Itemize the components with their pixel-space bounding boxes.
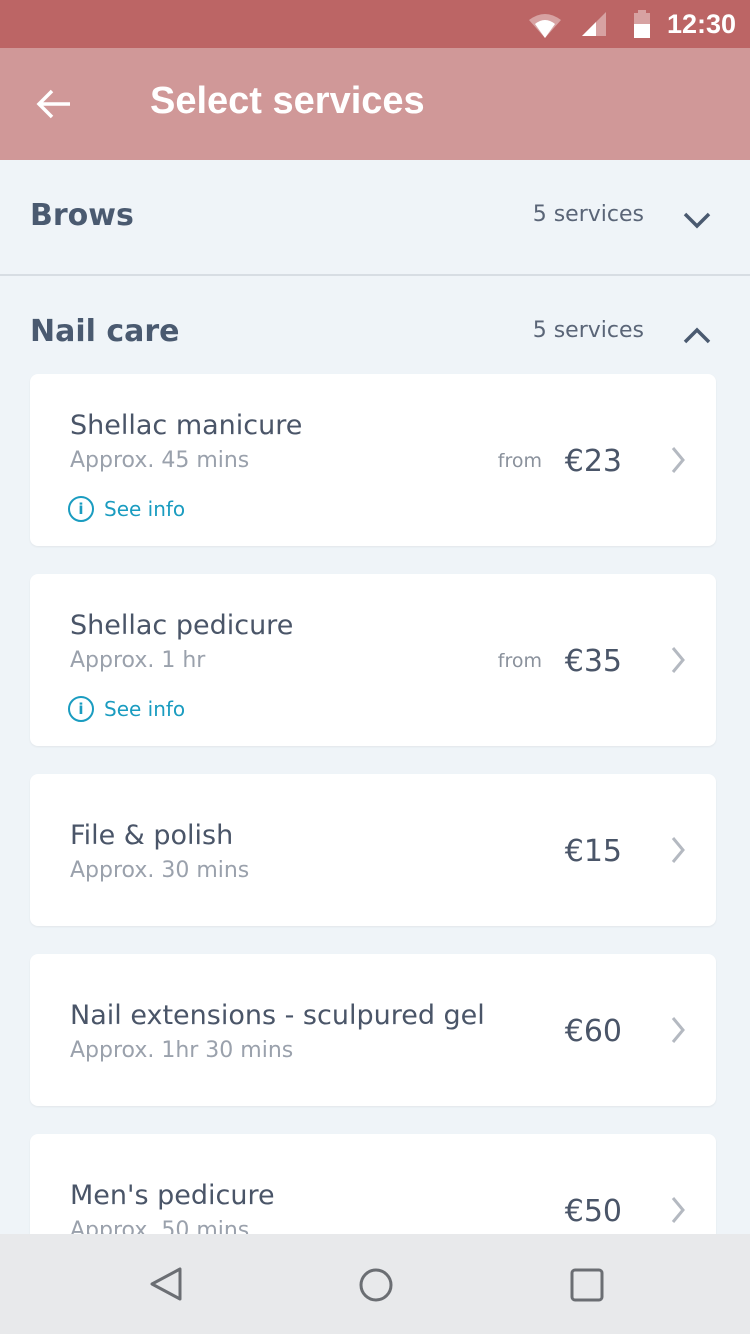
- chevron-down-icon[interactable]: [682, 210, 712, 230]
- home-circle-icon[interactable]: [358, 1267, 394, 1303]
- page-title: Select services: [150, 80, 425, 122]
- service-price: €50: [564, 1194, 622, 1229]
- see-info-label: See info: [104, 497, 186, 521]
- back-triangle-icon[interactable]: [148, 1266, 184, 1302]
- service-name: Shellac manicure: [70, 410, 303, 441]
- service-price: €35: [564, 644, 622, 679]
- recents-square-icon[interactable]: [569, 1267, 605, 1303]
- service-card[interactable]: Shellac pedicure Approx. 1 hr i See info …: [30, 574, 716, 746]
- navigation-bar: [0, 1234, 750, 1334]
- section-brows[interactable]: Brows 5 services: [0, 160, 750, 274]
- chevron-right-icon: [671, 837, 685, 863]
- section-title: Brows: [30, 198, 134, 233]
- service-duration: Approx. 1 hr: [70, 648, 206, 673]
- chevron-up-icon[interactable]: [682, 326, 712, 346]
- service-name: Nail extensions - sculpured gel: [70, 1000, 485, 1031]
- service-name: Men's pedicure: [70, 1180, 275, 1211]
- chevron-right-icon: [671, 1017, 685, 1043]
- section-nail-care[interactable]: Nail care 5 services: [0, 276, 750, 372]
- chevron-right-icon: [671, 1197, 685, 1223]
- service-price: €60: [564, 1014, 622, 1049]
- service-price: €23: [564, 444, 622, 479]
- chevron-right-icon: [671, 447, 685, 473]
- battery-icon: [634, 10, 650, 38]
- service-duration: Approx. 1hr 30 mins: [70, 1038, 294, 1063]
- see-info-link[interactable]: i See info: [68, 496, 185, 522]
- price-from: from: [497, 450, 542, 472]
- service-card[interactable]: Shellac manicure Approx. 45 mins i See in…: [30, 374, 716, 546]
- signal-icon: [582, 12, 606, 36]
- section-count: 5 services: [532, 318, 644, 343]
- chevron-right-icon: [671, 647, 685, 673]
- info-icon: i: [68, 496, 94, 522]
- wifi-icon: [529, 14, 561, 38]
- section-count: 5 services: [532, 202, 644, 227]
- section-title: Nail care: [30, 314, 180, 349]
- service-duration: Approx. 45 mins: [70, 448, 250, 473]
- see-info-label: See info: [104, 697, 186, 721]
- service-card[interactable]: File & polish Approx. 30 mins €15: [30, 774, 716, 926]
- service-name: File & polish: [70, 820, 234, 851]
- service-card[interactable]: Nail extensions - sculpured gel Approx. …: [30, 954, 716, 1106]
- app-bar: Select services: [0, 48, 750, 160]
- arrow-left-icon[interactable]: [34, 84, 74, 124]
- price-from: from: [497, 650, 542, 672]
- service-duration: Approx. 30 mins: [70, 858, 250, 883]
- service-price: €15: [564, 834, 622, 869]
- see-info-link[interactable]: i See info: [68, 696, 185, 722]
- status-time: 12:30: [666, 9, 736, 39]
- service-name: Shellac pedicure: [70, 610, 294, 641]
- status-bar: 12:30: [0, 0, 750, 48]
- info-icon: i: [68, 696, 94, 722]
